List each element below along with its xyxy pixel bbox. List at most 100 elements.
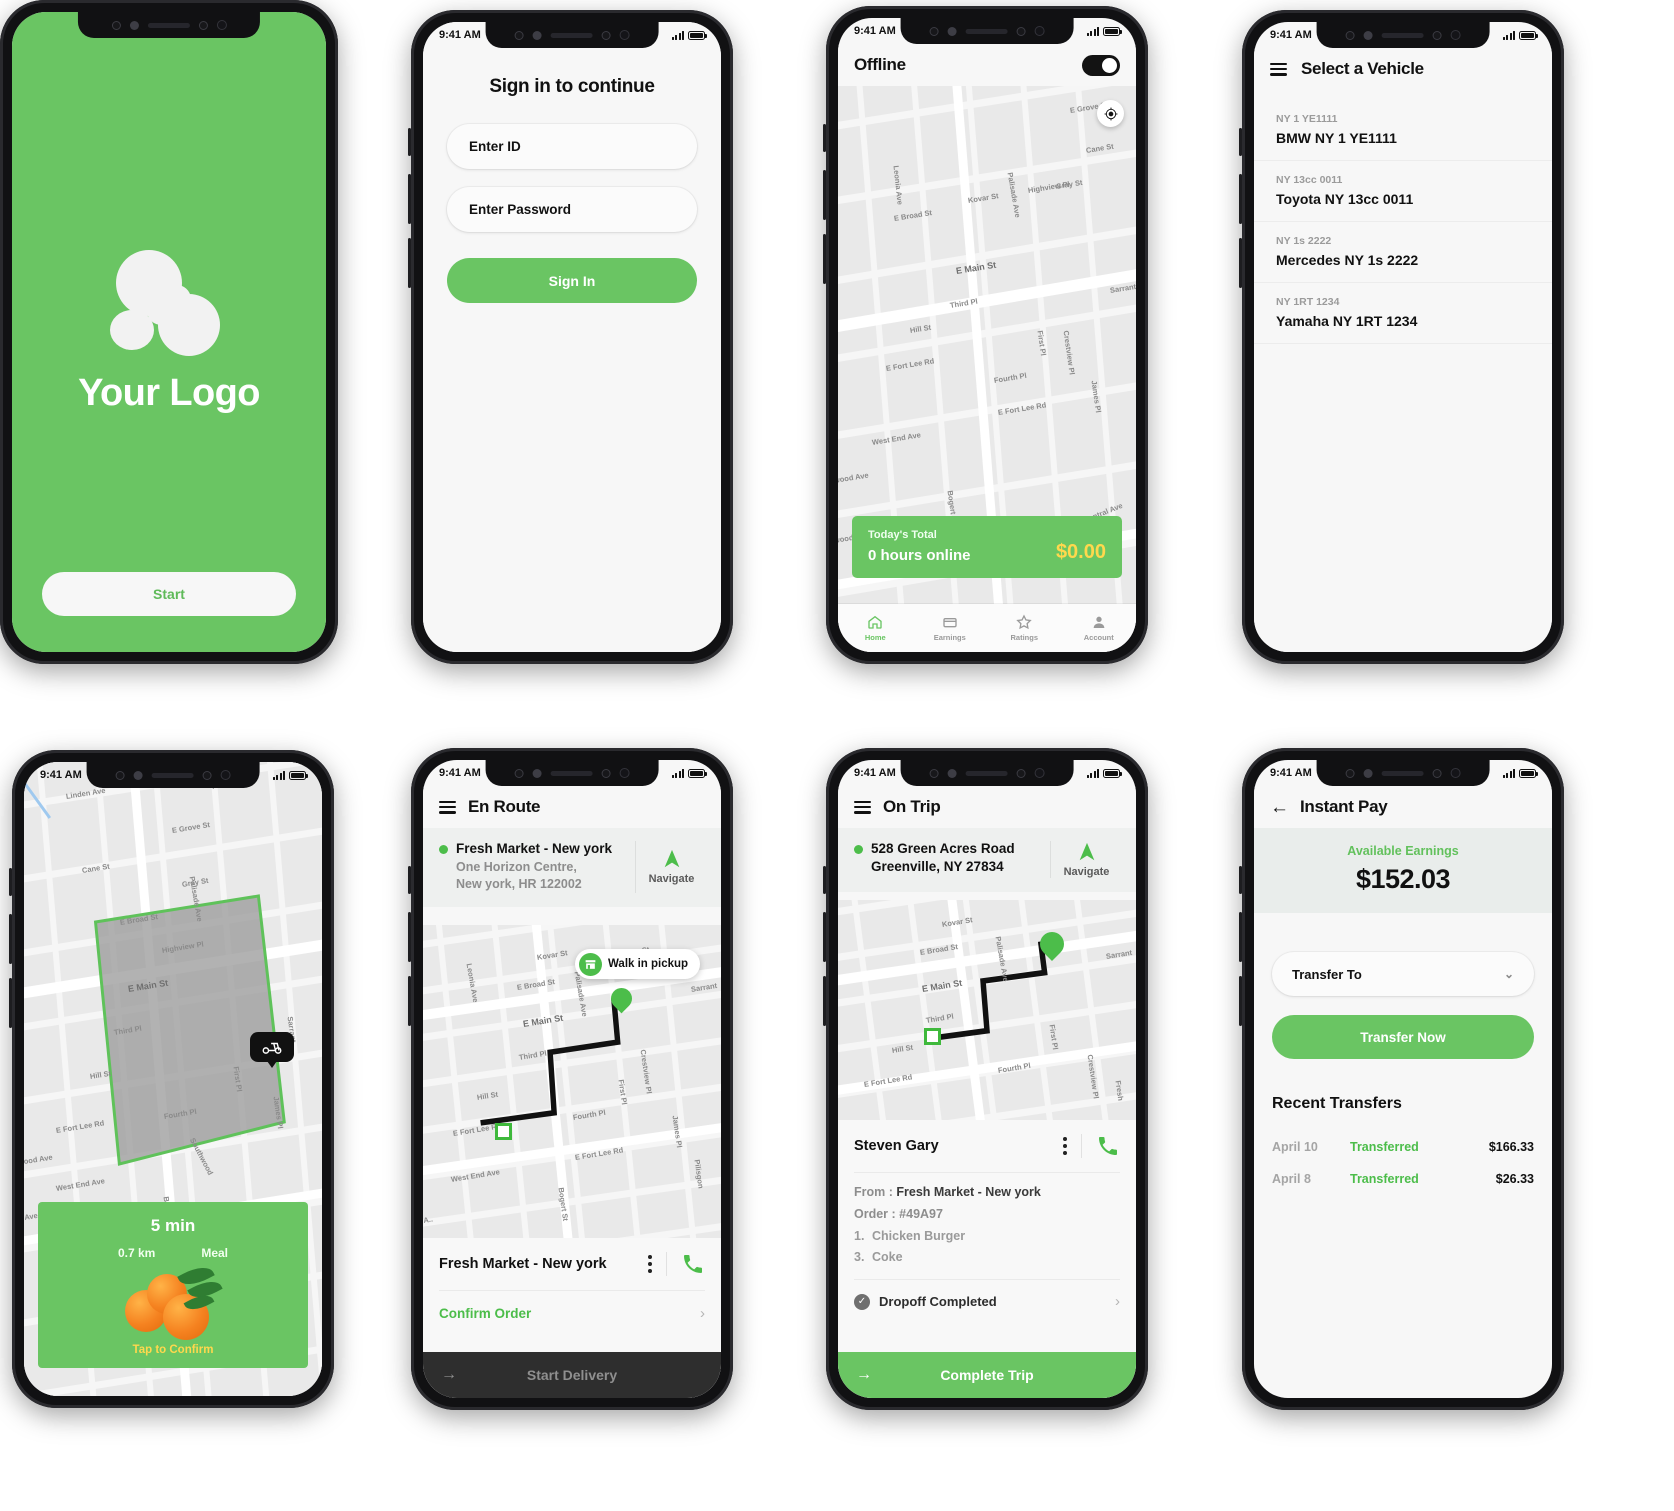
status-time: 9:41 AM: [1270, 29, 1312, 41]
status-time: 9:41 AM: [439, 767, 481, 779]
vehicles-topbar: Select a Vehicle: [1254, 48, 1552, 90]
transfer-row[interactable]: April 10 Transferred $166.33: [1272, 1132, 1534, 1164]
from-label: From :: [854, 1185, 893, 1199]
hamburger-icon[interactable]: [854, 800, 871, 814]
more-options-icon[interactable]: [648, 1255, 652, 1273]
back-arrow-icon[interactable]: ←: [1270, 798, 1289, 817]
online-toggle[interactable]: [1082, 54, 1120, 76]
screenshot-canvas: Your Logo Start 9:41 AM Sign in to conti…: [0, 0, 1674, 1511]
signin-button[interactable]: Sign In: [447, 258, 697, 303]
tab-label: Earnings: [933, 633, 966, 642]
order-line: Order : #49A97: [854, 1207, 1120, 1221]
navigate-label: Navigate: [648, 873, 695, 886]
vehicle-name: BMW NY 1 YE1111: [1276, 130, 1397, 146]
signal-icon: [1502, 768, 1515, 778]
notch: [900, 18, 1074, 44]
phone-enroute: 9:41 AM En Route Fresh Market - New york…: [408, 748, 733, 1410]
available-earnings-amount: $152.03: [1355, 864, 1451, 894]
recent-transfers-title: Recent Transfers: [1272, 1095, 1402, 1112]
arrow-right-icon: →: [856, 1366, 872, 1383]
offer-category: Meal: [201, 1246, 229, 1260]
phone-ontrip: 9:41 AM On Trip 528 Green Acres Road Gre…: [823, 748, 1148, 1410]
tab-account[interactable]: Account: [1062, 604, 1137, 652]
signin-screen: 9:41 AM Sign in to continue Enter ID Ent…: [423, 22, 721, 652]
more-options-icon[interactable]: [1063, 1137, 1067, 1155]
vehicle-plate: NY 1 YE1111: [1276, 113, 1338, 125]
tab-label: Account: [1083, 633, 1114, 642]
splash-screen: Your Logo Start: [12, 12, 326, 652]
tab-earnings[interactable]: Earnings: [913, 604, 988, 652]
battery-icon: [1519, 30, 1538, 40]
signin-title: Sign in to continue: [489, 76, 655, 97]
earnings-icon: [943, 618, 957, 628]
earnings-label: Today's Total: [868, 529, 937, 541]
destination-address-1: One Horizon Centre,: [456, 860, 577, 874]
vehicle-row[interactable]: NY 1RT 1234 Yamaha NY 1RT 1234: [1254, 283, 1552, 344]
chip-label: Walk in pickup: [608, 958, 689, 970]
start-delivery-button[interactable]: → Start Delivery: [423, 1352, 721, 1398]
navigate-button[interactable]: Navigate: [1050, 841, 1122, 878]
notch: [1316, 22, 1490, 48]
signal-icon: [272, 770, 285, 780]
confirm-order-row[interactable]: Confirm Order ›: [423, 1291, 721, 1336]
phone-instantpay: 9:41 AM ← Instant Pay Available Earnings…: [1239, 748, 1564, 1410]
status-time: 9:41 AM: [854, 25, 896, 37]
signal-icon: [1086, 768, 1099, 778]
call-icon[interactable]: [681, 1252, 705, 1276]
transfer-amount: $166.33: [1488, 1140, 1534, 1154]
transfer-now-button[interactable]: Transfer Now: [1272, 1015, 1534, 1059]
tab-home[interactable]: Home: [838, 604, 913, 652]
complete-trip-button[interactable]: → Complete Trip: [838, 1352, 1136, 1398]
recenter-button[interactable]: [1097, 100, 1124, 127]
page-title: Select a Vehicle: [1301, 59, 1424, 78]
transfer-row[interactable]: April 8 Transferred $26.33: [1272, 1164, 1534, 1196]
walk-in-pickup-chip[interactable]: Walk in pickup: [575, 949, 701, 979]
courier-marker[interactable]: [250, 1032, 294, 1062]
battery-icon: [688, 768, 707, 778]
tab-ratings[interactable]: Ratings: [987, 604, 1062, 652]
chevron-right-icon: ›: [700, 1305, 705, 1322]
vehicle-row[interactable]: NY 13cc 0011 Toyota NY 13cc 0011: [1254, 161, 1552, 222]
hamburger-icon[interactable]: [1270, 62, 1287, 76]
notch: [485, 760, 659, 786]
offline-screen: 9:41 AM Offline Leonia Ave Kovar St Gray…: [838, 18, 1136, 652]
bottom-tab-bar: Home Earnings Ratings Account: [838, 604, 1136, 652]
vehicle-name: Toyota NY 13cc 0011: [1276, 191, 1414, 207]
vehicle-row[interactable]: NY 1s 2222 Mercedes NY 1s 2222: [1254, 222, 1552, 283]
tab-label: Ratings: [1010, 633, 1038, 642]
phone-offer: 9:41 AM Linden Ave E Grove St Cane St Gr…: [9, 750, 334, 1408]
map-canvas[interactable]: Kovar St E Broad St Palisade Ave E Main …: [838, 900, 1136, 1120]
id-field[interactable]: Enter ID: [447, 124, 697, 169]
navigate-button[interactable]: Navigate: [635, 841, 707, 893]
start-button[interactable]: Start: [42, 572, 296, 616]
signal-icon: [1086, 26, 1099, 36]
brand-logo-icon: [110, 249, 228, 358]
battery-icon: [1103, 768, 1122, 778]
phone-signin: 9:41 AM Sign in to continue Enter ID Ent…: [408, 10, 733, 664]
destination-card: Fresh Market - New york One Horizon Cent…: [423, 828, 721, 907]
transfer-to-select[interactable]: Transfer To ⌄: [1272, 952, 1534, 996]
battery-icon: [1103, 26, 1122, 36]
call-icon[interactable]: [1096, 1134, 1120, 1158]
tap-to-confirm-label[interactable]: Tap to Confirm: [48, 1344, 298, 1356]
transfer-status: Transferred: [1350, 1140, 1419, 1154]
order-item: 3. Coke: [854, 1250, 1120, 1264]
password-field[interactable]: Enter Password: [447, 187, 697, 232]
destination-name: Fresh Market - New york: [456, 841, 613, 856]
food-image: [117, 1260, 229, 1340]
notch: [77, 12, 261, 38]
dropoff-address-1: 528 Green Acres Road: [871, 841, 1015, 856]
transfer-date: April 10: [1272, 1140, 1318, 1154]
destination-card: 528 Green Acres Road Greenville, NY 2783…: [838, 828, 1136, 892]
navigate-icon: [664, 850, 679, 868]
vehicle-row[interactable]: NY 1 YE1111 BMW NY 1 YE1111: [1254, 100, 1552, 161]
order-label: Order :: [854, 1207, 896, 1221]
hours-online: 0 hours online: [868, 547, 971, 564]
origin-dot-icon: [439, 845, 448, 854]
offer-card[interactable]: 5 min 0.7 km Meal Tap to Confirm: [38, 1202, 308, 1368]
signal-icon: [1502, 30, 1515, 40]
complete-trip-label: Complete Trip: [940, 1367, 1034, 1383]
dropoff-completed-row[interactable]: ✓ Dropoff Completed ›: [838, 1280, 1136, 1323]
todays-total-card[interactable]: Today's Total 0 hours online $0.00: [852, 516, 1122, 578]
hamburger-icon[interactable]: [439, 800, 456, 814]
